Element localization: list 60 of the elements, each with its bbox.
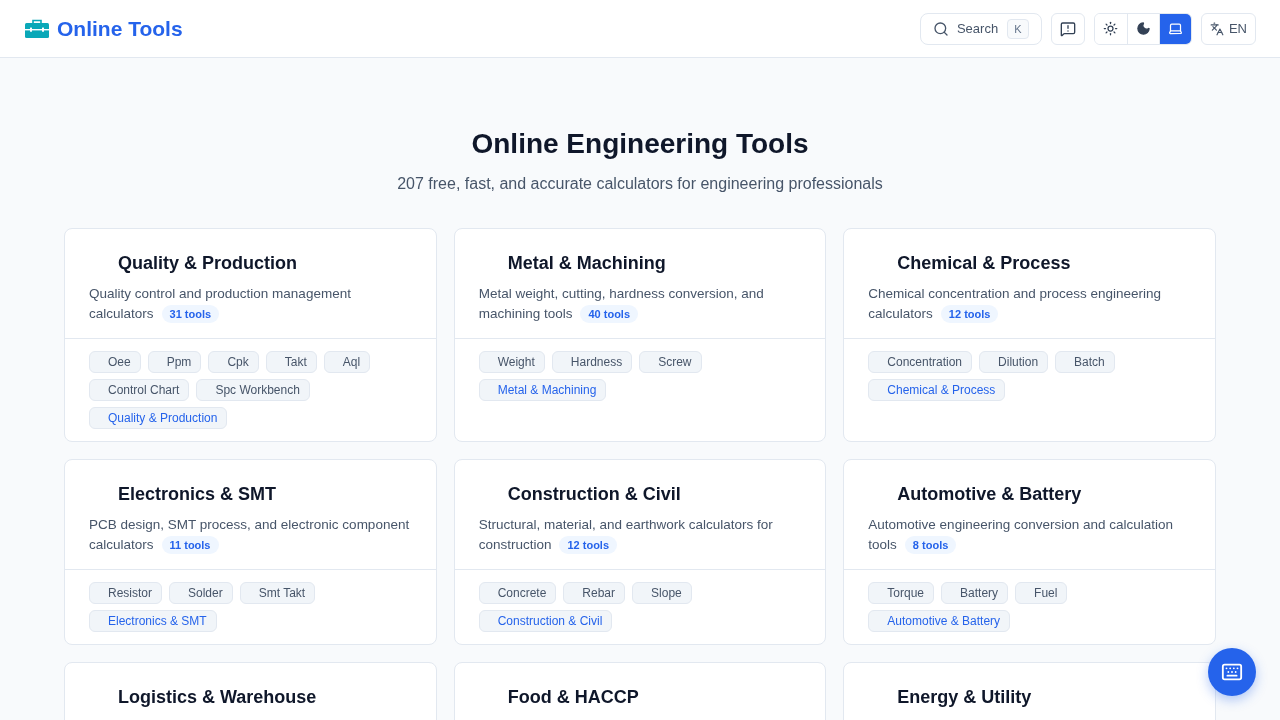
category-title: Construction & Civil (507, 483, 681, 506)
category-description: Automotive engineering conversion and calculation tools 8 tools (868, 516, 1175, 555)
category-title: Metal & Machining (507, 252, 666, 275)
home-logo-link[interactable]: Online Tools (25, 16, 183, 41)
page-subtitle: 207 free, fast, and accurate calculators for engineering professionals (397, 174, 883, 194)
tool-link[interactable]: Rebar (563, 582, 626, 604)
category-title: Chemical & Process (897, 252, 1071, 275)
category-title: Electronics & SMT (118, 483, 277, 506)
tool-link[interactable]: Fuel (1015, 582, 1068, 604)
category-link[interactable]: Automotive & Battery (868, 610, 1011, 632)
tool-link[interactable]: Resistor (89, 582, 162, 604)
tool-link[interactable]: Smt Takt (239, 582, 316, 604)
tool-link[interactable]: Ppm (147, 351, 202, 373)
category-description: PCB design, SMT process, and electronic component calculators 11 tools (89, 516, 411, 555)
category-description: Metal weight, cutting, hardness conversion, and machining tools 40 tools (478, 285, 765, 324)
tool-link[interactable]: Screw (639, 351, 702, 373)
feedback-button[interactable] (1050, 12, 1085, 45)
tool-link[interactable]: Slope (632, 582, 692, 604)
category-title: Logistics & Warehouse (118, 686, 317, 709)
tool-link[interactable]: Torque (868, 582, 935, 604)
toolbox-icon (25, 19, 49, 38)
category-title: Automotive & Battery (897, 483, 1082, 506)
search-button[interactable]: Search K (919, 12, 1042, 45)
language-button[interactable]: EN (1200, 12, 1256, 45)
message-alert-icon (1059, 20, 1076, 37)
tool-link[interactable]: Batch (1055, 351, 1115, 373)
category-link[interactable]: Quality & Production (89, 407, 228, 429)
category-title: Food & HACCP (507, 686, 639, 709)
tool-link[interactable]: Takt (265, 351, 317, 373)
category-title: Quality & Production (118, 252, 297, 275)
search-icon (932, 20, 949, 37)
keyboard-icon (1221, 661, 1243, 683)
moon-icon (1135, 21, 1151, 36)
tool-link[interactable]: Concentration (868, 351, 973, 373)
category-link[interactable]: Metal & Machining (478, 379, 607, 401)
translate-icon (1209, 21, 1224, 36)
tool-link[interactable]: Aql (323, 351, 371, 373)
category-link[interactable]: Construction & Civil (478, 610, 613, 632)
tool-link[interactable]: Spc Workbench (196, 379, 310, 401)
tool-link[interactable]: Control Chart (89, 379, 190, 401)
shortcut-key: K (1006, 18, 1029, 39)
category-link[interactable]: Chemical & Process (868, 379, 1006, 401)
sun-icon (1103, 21, 1119, 36)
tool-link[interactable]: Hardness (551, 351, 633, 373)
category-description: Structural, material, and earthwork calculators for construction 12 tools (478, 516, 774, 555)
category-title: Energy & Utility (897, 686, 1032, 709)
tool-link[interactable]: Dilution (979, 351, 1049, 373)
system-theme-button[interactable] (1158, 13, 1191, 44)
tool-link[interactable]: Concrete (478, 582, 557, 604)
tool-link[interactable]: Weight (478, 351, 545, 373)
tool-link[interactable]: Battery (941, 582, 1009, 604)
laptop-icon (1167, 21, 1183, 36)
tool-link[interactable]: Oee (89, 351, 141, 373)
category-link[interactable]: Electronics & SMT (89, 610, 217, 632)
category-description: Quality control and production management calculators 31 tools (89, 285, 352, 324)
category-description: Chemical concentration and process engineering calculators 12 tools (868, 285, 1162, 324)
tool-link[interactable]: Solder (169, 582, 233, 604)
page-title: Online Engineering Tools (471, 127, 809, 161)
tool-link[interactable]: Cpk (208, 351, 259, 373)
keyboard-shortcuts-button[interactable] (1208, 648, 1256, 696)
